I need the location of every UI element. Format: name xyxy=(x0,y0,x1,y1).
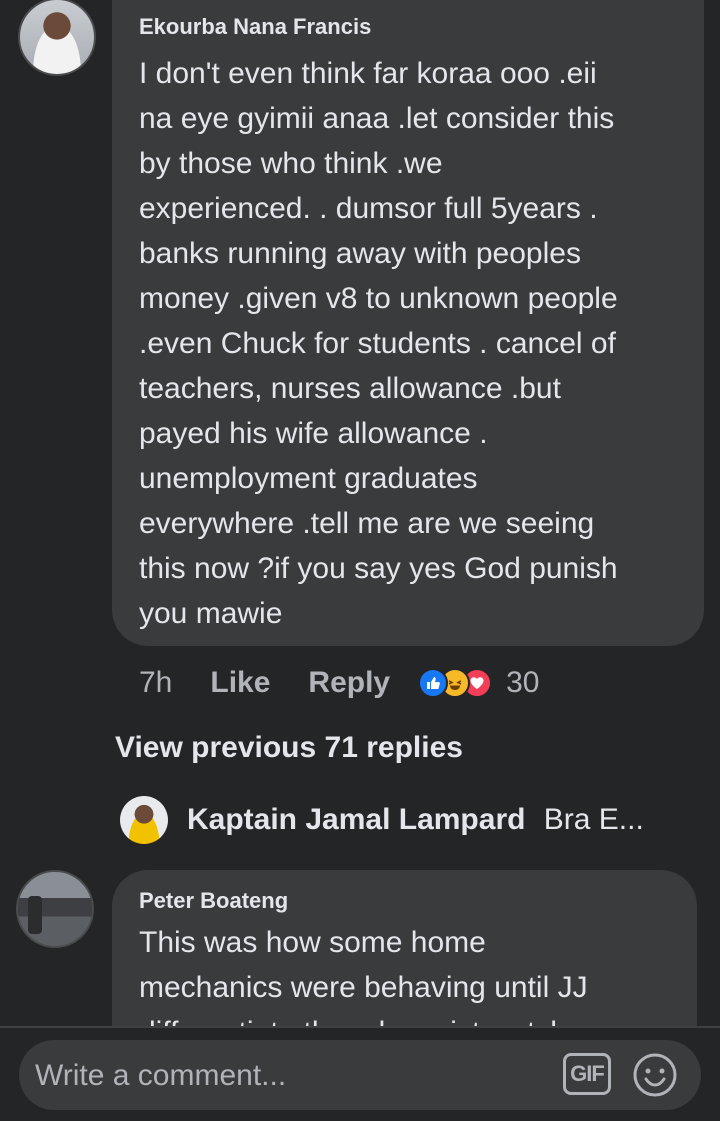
comment-actions: 7h Like Reply 30 xyxy=(139,663,539,703)
reply-author: Kaptain Jamal Lampard xyxy=(187,803,526,836)
gif-button[interactable]: GIF xyxy=(563,1053,611,1095)
emoji-icon[interactable] xyxy=(631,1051,679,1099)
comment-author[interactable]: Peter Boateng xyxy=(139,888,288,914)
avatar-peter[interactable] xyxy=(16,870,94,948)
comment-input[interactable] xyxy=(33,1050,557,1102)
reaction-count[interactable]: 30 xyxy=(506,666,539,700)
comment-text: I don't even think far koraa ooo .eii na… xyxy=(139,57,618,630)
comment-author[interactable]: Ekourba Nana Francis xyxy=(139,14,371,40)
like-icon xyxy=(418,668,449,698)
comment-input-wrapper[interactable]: GIF xyxy=(19,1040,701,1110)
comment-composer: GIF xyxy=(0,1028,720,1121)
reply-button[interactable]: Reply xyxy=(308,666,390,700)
view-previous-replies-link[interactable]: View previous 71 replies xyxy=(115,731,463,765)
like-button[interactable]: Like xyxy=(210,666,270,700)
avatar-ekourba[interactable] xyxy=(18,0,96,76)
reply-snippet: Bra E... xyxy=(543,803,644,836)
reaction-summary[interactable] xyxy=(418,668,493,698)
comment-timestamp[interactable]: 7h xyxy=(139,666,172,700)
avatar-kaptain[interactable] xyxy=(120,796,168,844)
reply-preview[interactable]: Kaptain Jamal Lampard Bra E... xyxy=(187,803,644,837)
